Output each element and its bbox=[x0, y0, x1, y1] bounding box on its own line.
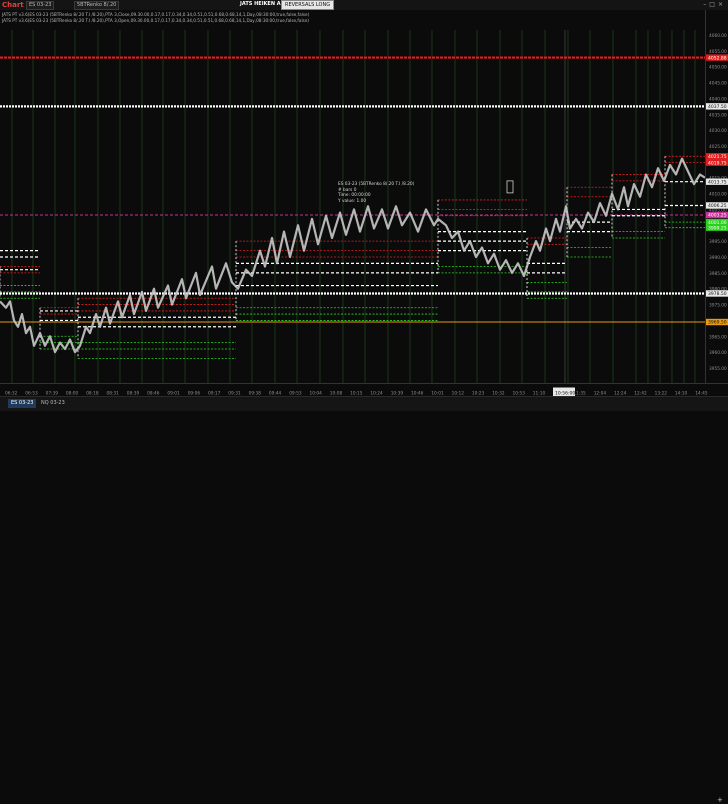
price-marker-label: 3999.25 bbox=[708, 225, 727, 231]
price-axis-label: 4010.00 bbox=[709, 192, 727, 198]
price-axis-label: 3965.00 bbox=[709, 334, 727, 340]
price-axis-labels: 4060.00 4055.00 4050.00 4045.00 4040.00 4035.… bbox=[706, 33, 728, 372]
price-marker-label: 3969.50 bbox=[708, 320, 727, 326]
crosshair-info-title: ES 03-23 (5BTRenko 8/.20 T.I /8.20) bbox=[338, 182, 415, 187]
time-axis[interactable]: 06:32 06:53 07:39 08:00 08:18 08:31 08:39 08:46… bbox=[0, 383, 728, 397]
window-controls-icon[interactable]: –□× bbox=[703, 1, 726, 8]
price-marker-label: 4013.75 bbox=[708, 179, 727, 185]
price-marker-label: 4021.75 bbox=[708, 154, 727, 160]
price-axis-label: 3990.00 bbox=[709, 255, 727, 261]
price-marker-label: 4006.25 bbox=[708, 203, 727, 209]
price-axis-label: 3960.00 bbox=[709, 350, 727, 356]
price-axis-label: 3995.00 bbox=[709, 239, 727, 245]
app-title: Chart bbox=[2, 1, 24, 9]
tab-es[interactable]: ES 03-23 bbox=[8, 399, 37, 408]
crosshair-info-box: ES 03-23 (5BTRenko 8/.20 T.I /8.20) # ba… bbox=[338, 182, 414, 204]
price-marker-label: 3978.50 bbox=[708, 291, 727, 297]
instrument-selector[interactable]: ES 03-23 bbox=[26, 1, 55, 10]
price-axis-label: 4025.00 bbox=[709, 144, 727, 150]
chart-tabs: ES 03-23 NQ 03-23 + bbox=[0, 396, 728, 804]
price-axis-label: 4060.00 bbox=[709, 33, 727, 39]
crosshair-info-row: Y value: 1.00 bbox=[338, 198, 367, 204]
chart-panel[interactable]: JATS PT v3.6(ES 03-23 (5BTRenko 8/.20 T.… bbox=[0, 10, 706, 390]
indicator-tag-reversals[interactable]: REVERSALS LONG bbox=[281, 0, 335, 10]
price-marker-label: 4052.88 bbox=[708, 55, 727, 61]
price-axis-label: 4045.00 bbox=[709, 81, 727, 87]
price-axis-label: 4035.00 bbox=[709, 112, 727, 118]
price-axis-label: 3955.00 bbox=[709, 366, 727, 372]
price-axis-label: 4040.00 bbox=[709, 96, 727, 102]
price-axis-label: 4050.00 bbox=[709, 65, 727, 71]
price-marker-label: 4019.75 bbox=[708, 160, 727, 166]
price-axis-label: 3975.00 bbox=[709, 303, 727, 309]
price-marker-label: 4003.25 bbox=[708, 213, 727, 219]
price-axis-label: 4055.00 bbox=[709, 49, 727, 55]
price-marker-label: 4037.50 bbox=[708, 104, 727, 110]
bar-type-selector[interactable]: 5BTRenko 8/.20 bbox=[74, 1, 120, 10]
tab-nq[interactable]: NQ 03-23 bbox=[38, 399, 68, 408]
price-axis-label: 4030.00 bbox=[709, 128, 727, 134]
price-axis-label: 3985.00 bbox=[709, 271, 727, 277]
add-tab-icon[interactable]: + bbox=[717, 796, 723, 804]
price-axis[interactable]: 4060.00 4055.00 4050.00 4045.00 4040.00 4035.… bbox=[705, 10, 728, 383]
indicator-label-open: JATS PT v3.6(ES 03-23 (5BTRenko 8/.20 T.… bbox=[2, 18, 310, 23]
indicator-label-close: JATS PT v3.6(ES 03-23 (5BTRenko 8/.20 T.… bbox=[2, 12, 310, 17]
selection-box bbox=[506, 180, 514, 194]
